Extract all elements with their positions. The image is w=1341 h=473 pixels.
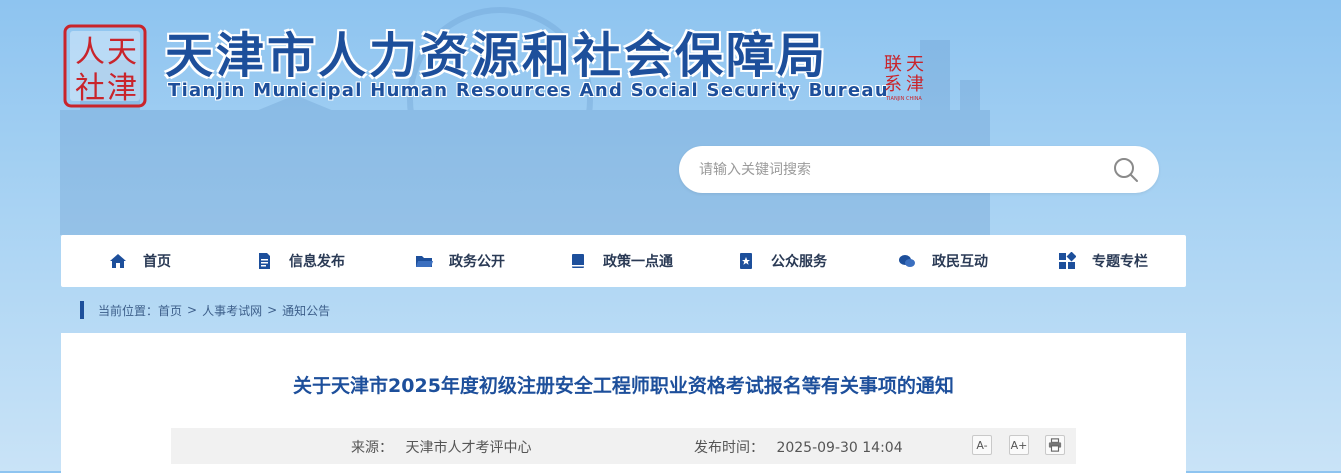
nav-item-home[interactable]: 首页 (109, 235, 171, 287)
article-meta-bar: 来源： 天津市人才考评中心 发布时间： 2025-09-30 14:04 A- … (171, 428, 1076, 464)
bookmark-star-icon (740, 253, 752, 269)
time-label: 发布时间： (694, 440, 764, 456)
breadcrumb-link-notices[interactable]: 通知公告 (282, 302, 330, 319)
font-increase-button[interactable]: A+ (1009, 435, 1029, 455)
book-icon (572, 254, 584, 268)
source-label: 来源： (351, 440, 393, 456)
breadcrumb-link-exam-site[interactable]: 人事考试网 (202, 302, 262, 319)
nav-item-policy[interactable]: 政策一点通 (569, 235, 673, 287)
tianjin-city-seal: 联 天 系 津 TIANJIN CHINA (884, 54, 924, 102)
nav-label: 专题专栏 (1092, 254, 1148, 270)
breadcrumb-separator: > (187, 303, 198, 317)
svg-text:天: 天 (107, 35, 137, 70)
nav-item-interaction[interactable]: 政民互动 (898, 235, 988, 287)
nav-label: 首页 (143, 254, 171, 270)
site-title: 天津市人力资源和社会保障局 (165, 28, 829, 84)
nav-label: 政务公开 (449, 254, 505, 270)
breadcrumb-marker (80, 301, 84, 319)
nav-item-public-service[interactable]: 公众服务 (737, 235, 827, 287)
nav-item-info-release[interactable]: 信息发布 (255, 235, 345, 287)
search-input[interactable] (697, 158, 1101, 182)
print-button[interactable] (1045, 435, 1065, 455)
breadcrumb-prefix: 当前位置： (98, 303, 159, 318)
nav-label: 信息发布 (289, 254, 345, 270)
svg-text:人: 人 (75, 35, 105, 70)
source-value: 天津市人才考评中心 (405, 440, 532, 456)
svg-text:TIANJIN CHINA: TIANJIN CHINA (885, 96, 922, 102)
search-box (679, 146, 1159, 193)
document-icon (259, 253, 270, 269)
svg-text:系: 系 (884, 74, 902, 95)
svg-text:天: 天 (906, 54, 924, 75)
svg-text:社: 社 (75, 71, 105, 106)
nav-label: 公众服务 (771, 254, 827, 270)
article-publish-time: 发布时间： 2025-09-30 14:04 (694, 437, 903, 457)
site-title-english: Tianjin Municipal Human Resources And So… (168, 80, 889, 101)
folder-icon (416, 256, 433, 267)
grid-icon (1059, 252, 1076, 269)
nav-item-gov-affairs[interactable]: 政务公开 (415, 235, 505, 287)
svg-text:津: 津 (107, 71, 137, 106)
nav-item-special-topics[interactable]: 专题专栏 (1058, 235, 1148, 287)
home-icon (110, 254, 126, 268)
print-icon (1048, 438, 1062, 452)
bureau-seal-logo: 人 天 社 津 (63, 24, 147, 108)
search-icon[interactable] (1111, 155, 1141, 185)
article-title: 关于天津市2025年度初级注册安全工程师职业资格考试报名等有关事项的通知 (293, 375, 954, 397)
article-source: 来源： 天津市人才考评中心 (351, 437, 531, 457)
font-decrease-button[interactable]: A- (972, 435, 992, 455)
time-value: 2025-09-30 14:04 (776, 440, 903, 456)
nav-label: 政民互动 (932, 254, 988, 270)
svg-text:津: 津 (906, 74, 924, 95)
svg-text:联: 联 (884, 54, 902, 75)
nav-label: 政策一点通 (603, 254, 673, 270)
breadcrumb-link-home[interactable]: 首页 (158, 302, 182, 319)
article-panel: 关于天津市2025年度初级注册安全工程师职业资格考试报名等有关事项的通知 来源：… (61, 333, 1186, 473)
breadcrumb-separator: > (267, 303, 278, 317)
main-nav: 首页 信息发布 政务公开 政策一点通 公众服务 政民互动 专题专栏 (61, 235, 1186, 287)
chat-icon (899, 255, 915, 267)
breadcrumb: 当前位置： 首页 > 人事考试网 > 通知公告 (80, 300, 330, 320)
